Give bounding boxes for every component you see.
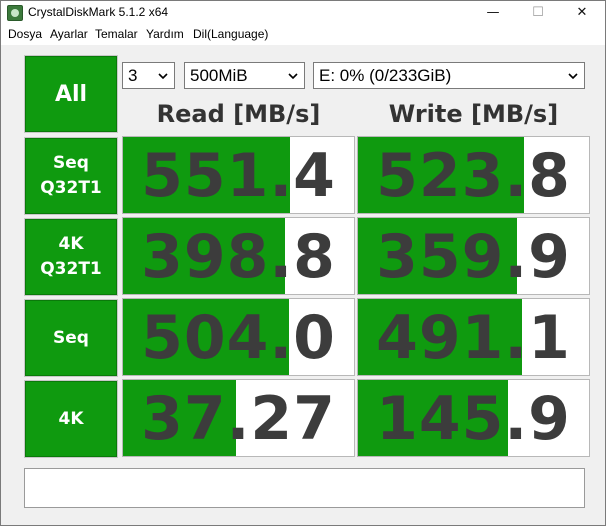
row-label-line2: Q32T1 [40, 178, 102, 198]
menu-bar: Dosya Ayarlar Temalar Yardım Dil(Languag… [1, 25, 605, 45]
menu-item-ayarlar[interactable]: Ayarlar [50, 27, 88, 41]
menu-item-dosya[interactable]: Dosya [8, 27, 42, 41]
test-size-select[interactable]: 500MiB [184, 62, 305, 89]
app-window: CrystalDiskMark 5.1.2 x64 — ☐ ✕ Dosya Ay… [0, 0, 606, 526]
maximize-button[interactable]: ☐ [515, 1, 561, 25]
drive-value: E: 0% (0/233GiB) [319, 66, 452, 85]
write-result-cell: 491.1 [357, 298, 590, 376]
write-value: 491.1 [376, 303, 571, 373]
read-header: Read [MB/s] [156, 100, 321, 128]
write-header: Write [MB/s] [388, 100, 559, 128]
write-result-cell: 145.9 [357, 379, 590, 457]
test-count-select[interactable]: 3 [122, 62, 175, 89]
read-value: 398.8 [141, 222, 336, 292]
menu-item-yardim[interactable]: Yardım [146, 27, 184, 41]
test-count-value: 3 [128, 66, 138, 85]
read-value: 504.0 [141, 303, 336, 373]
row-label-line2: Q32T1 [40, 259, 102, 279]
write-value: 359.9 [376, 222, 571, 292]
seq-q32t1-button[interactable]: Seq Q32T1 [24, 137, 118, 215]
write-result-cell: 359.9 [357, 217, 590, 295]
row-label-line1: Seq [53, 153, 89, 174]
read-result-cell: 37.27 [122, 379, 355, 457]
app-disk-icon [7, 5, 23, 21]
read-value: 37.27 [141, 384, 336, 454]
chevron-down-icon [288, 73, 298, 80]
drive-select[interactable]: E: 0% (0/233GiB) [313, 62, 585, 89]
read-result-cell: 398.8 [122, 217, 355, 295]
seq-button[interactable]: Seq [24, 299, 118, 377]
chevron-down-icon [568, 73, 578, 80]
write-value: 523.8 [376, 141, 571, 211]
write-value: 145.9 [376, 384, 571, 454]
menu-item-language[interactable]: Dil(Language) [193, 27, 268, 41]
read-result-cell: 551.4 [122, 136, 355, 214]
minimize-button[interactable]: — [470, 1, 516, 25]
menu-item-temalar[interactable]: Temalar [95, 27, 138, 41]
close-button[interactable]: ✕ [559, 1, 605, 25]
row-label-line1: 4K [58, 408, 84, 429]
window-title: CrystalDiskMark 5.1.2 x64 [28, 5, 169, 19]
4k-button[interactable]: 4K [24, 380, 118, 458]
test-size-value: 500MiB [190, 66, 248, 85]
title-bar[interactable]: CrystalDiskMark 5.1.2 x64 — ☐ ✕ [1, 1, 605, 25]
read-value: 551.4 [141, 141, 336, 211]
read-result-cell: 504.0 [122, 298, 355, 376]
row-label-line1: 4K [58, 234, 84, 255]
chevron-down-icon [158, 73, 168, 80]
all-button[interactable]: All [24, 55, 118, 133]
status-comment-box[interactable] [24, 468, 585, 508]
4k-q32t1-button[interactable]: 4K Q32T1 [24, 218, 118, 296]
write-result-cell: 523.8 [357, 136, 590, 214]
row-label-line1: Seq [53, 327, 89, 348]
